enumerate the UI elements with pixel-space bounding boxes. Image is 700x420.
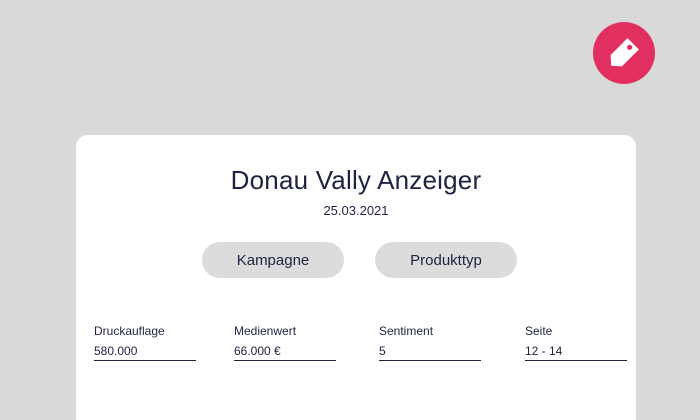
field-value[interactable]: 12 - 14 bbox=[525, 344, 627, 361]
field-sentiment: Sentiment 5 bbox=[379, 324, 481, 361]
field-label: Sentiment bbox=[379, 324, 434, 338]
price-tag-icon bbox=[610, 38, 639, 67]
field-value[interactable]: 580.000 bbox=[94, 344, 196, 361]
field-label: Medienwert bbox=[234, 324, 297, 338]
field-medienwert: Medienwert 66.000 € bbox=[234, 324, 336, 361]
field-druckauflage: Druckauflage 580.000 bbox=[94, 324, 196, 361]
field-value[interactable]: 5 bbox=[379, 344, 481, 361]
publication-date: 25.03.2021 bbox=[323, 203, 389, 218]
tag-badge[interactable] bbox=[593, 22, 655, 84]
screen: Donau Vally Anzeiger 25.03.2021 Kampagne… bbox=[0, 0, 700, 420]
clipping-card: Donau Vally Anzeiger 25.03.2021 Kampagne… bbox=[76, 135, 636, 420]
field-value[interactable]: 66.000 € bbox=[234, 344, 336, 361]
field-label: Seite bbox=[525, 324, 553, 338]
kampagne-button[interactable]: Kampagne bbox=[202, 242, 344, 278]
field-label: Druckauflage bbox=[94, 324, 165, 338]
produkttyp-button[interactable]: Produkttyp bbox=[375, 242, 517, 278]
field-seite: Seite 12 - 14 bbox=[525, 324, 627, 361]
publication-title: Donau Vally Anzeiger bbox=[230, 165, 482, 195]
